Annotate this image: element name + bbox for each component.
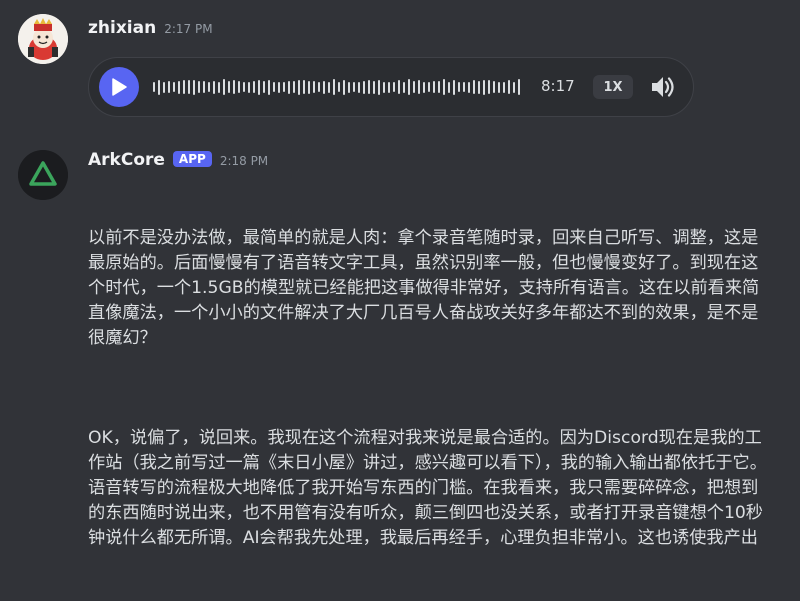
waveform-bar — [363, 80, 365, 94]
waveform-bar — [433, 81, 435, 93]
waveform-bar — [498, 81, 500, 93]
waveform-bar — [183, 80, 185, 94]
waveform-bar — [188, 80, 190, 94]
green-triangle-avatar-icon — [18, 150, 68, 200]
waveform-bar — [443, 79, 445, 95]
waveform-bar — [303, 80, 305, 94]
waveform-bar — [413, 81, 415, 93]
waveform-bar — [233, 80, 235, 94]
waveform-bar — [373, 80, 375, 94]
waveform-bar — [298, 79, 300, 95]
waveform-bar — [288, 80, 290, 94]
waveform-bar — [243, 82, 245, 92]
waveform-bar — [238, 81, 240, 93]
waveform-bar — [378, 79, 380, 95]
waveform-bar — [173, 82, 175, 92]
waveform-bar — [283, 82, 285, 92]
waveform-bar — [228, 81, 230, 93]
waveform-bar — [513, 81, 515, 93]
user-avatar[interactable] — [18, 14, 68, 64]
waveform-bar — [488, 80, 490, 94]
play-button[interactable] — [99, 67, 139, 107]
waveform-bar — [153, 82, 155, 92]
message-header: ArkCore APP 2:18 PM — [88, 150, 268, 170]
message-paragraph: 以前不是没办法做，最简单的就是人肉：拿个录音笔随时录，回来自己听写、调整，这是最… — [88, 228, 760, 348]
waveform-bar — [318, 82, 320, 92]
waveform-bar — [458, 82, 460, 92]
volume-button[interactable] — [649, 73, 677, 105]
timestamp[interactable]: 2:18 PM — [220, 154, 268, 168]
waveform-bar — [463, 82, 465, 92]
waveform-bar — [323, 80, 325, 94]
waveform-bar — [263, 81, 265, 93]
waveform-bar — [418, 80, 420, 94]
app-badge: APP — [172, 151, 212, 167]
message-content: 以前不是没办法做，最简单的就是人肉：拿个录音笔随时录，回来自己听写、调整，这是最… — [88, 176, 768, 601]
voice-message-player: 8:17 1X — [88, 57, 694, 117]
waveform-bar — [503, 81, 505, 93]
waveform-bar — [218, 81, 220, 93]
timestamp[interactable]: 2:17 PM — [164, 22, 212, 36]
waveform-bar — [428, 82, 430, 92]
waveform-bar — [248, 81, 250, 93]
waveform-bar — [478, 80, 480, 94]
waveform-bar — [353, 82, 355, 92]
waveform-bar — [493, 81, 495, 93]
waveform-bar — [348, 81, 350, 93]
waveform-bar — [208, 82, 210, 92]
waveform-bar — [158, 79, 160, 95]
waveform-bar — [473, 80, 475, 94]
waveform-bar — [268, 79, 270, 95]
waveform-bar — [333, 79, 335, 95]
waveform-bar — [383, 81, 385, 93]
bot-avatar[interactable] — [18, 150, 68, 200]
username[interactable]: ArkCore — [88, 150, 165, 170]
waveform-bar — [483, 79, 485, 95]
waveform-bar — [408, 79, 410, 95]
waveform-bar — [328, 81, 330, 93]
waveform-bar — [393, 82, 395, 92]
waveform-bar — [468, 81, 470, 93]
playback-speed-button[interactable]: 1X — [593, 75, 633, 99]
waveform-bar — [193, 79, 195, 95]
waveform-bar — [258, 79, 260, 95]
waveform-bar — [358, 81, 360, 93]
waveform-bar — [438, 81, 440, 93]
waveform-bar — [423, 81, 425, 93]
waveform-bar — [198, 81, 200, 93]
voice-duration: 8:17 — [541, 77, 575, 95]
waveform-bar — [453, 79, 455, 95]
waveform-bar — [253, 81, 255, 93]
red-crowned-character-avatar-icon — [18, 14, 68, 64]
waveform-bar — [278, 81, 280, 93]
waveform-bar — [293, 81, 295, 93]
play-icon — [112, 78, 127, 96]
waveform-bar — [213, 80, 215, 94]
speaker-icon — [652, 77, 674, 97]
waveform-bar — [338, 82, 340, 92]
message-paragraph: OK，说偏了，说回来。我现在这个流程对我来说是最合适的。因为Discord现在是… — [88, 428, 767, 548]
waveform-bar — [448, 81, 450, 93]
waveform-bar — [388, 81, 390, 93]
waveform-bar — [203, 81, 205, 93]
waveform-bar — [168, 81, 170, 93]
waveform-bar — [313, 81, 315, 93]
waveform-bar — [403, 81, 405, 93]
waveform-bar — [178, 80, 180, 94]
waveform-bar — [223, 79, 225, 95]
waveform-bar — [398, 80, 400, 94]
waveform-bar — [308, 80, 310, 94]
waveform-bar — [508, 80, 510, 94]
waveform-bar — [518, 79, 520, 95]
username[interactable]: zhixian — [88, 18, 156, 38]
waveform-bar — [273, 82, 275, 92]
waveform-bar — [368, 80, 370, 94]
waveform-bar — [163, 81, 165, 93]
waveform-bar — [343, 79, 345, 95]
message-header: zhixian 2:17 PM — [88, 18, 213, 38]
